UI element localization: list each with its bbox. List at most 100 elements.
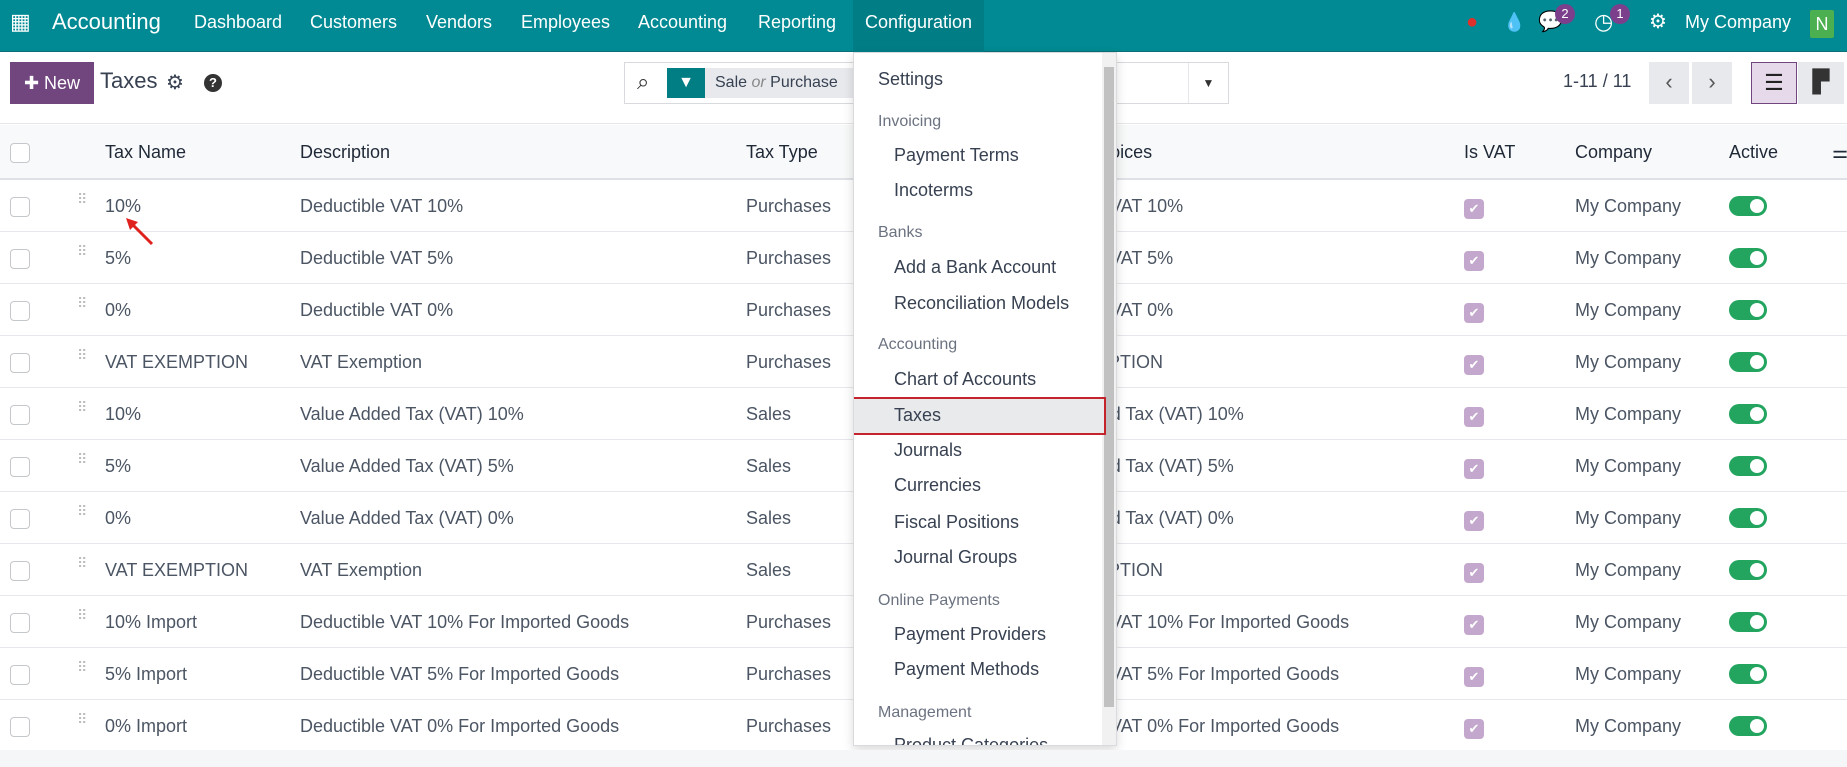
drag-handle-icon[interactable]: ⠿ [77,452,89,474]
search-options-toggle[interactable]: ▼ [1188,63,1228,103]
active-toggle[interactable] [1729,560,1767,580]
active-toggle[interactable] [1729,664,1767,684]
row-checkbox[interactable] [10,457,30,477]
nav-vendors[interactable]: Vendors [426,0,492,52]
row-checkbox[interactable] [10,561,30,581]
menu-item-payment-providers[interactable]: Payment Providers [894,624,1046,645]
row-checkbox[interactable] [10,717,30,737]
company-switcher[interactable]: My Company [1685,0,1791,52]
list-view-button[interactable]: ☰ [1751,62,1797,104]
menu-item-reconciliation-models[interactable]: Reconciliation Models [894,293,1069,314]
row-checkbox[interactable] [10,353,30,373]
menu-item-add-a-bank-account[interactable]: Add a Bank Account [894,257,1056,278]
menu-item-settings[interactable]: Settings [878,69,943,90]
pager-value[interactable]: 1-11 / 11 [1563,71,1631,92]
record-icon[interactable]: ● [1466,0,1478,52]
help-icon[interactable]: ? [204,74,222,92]
optional-columns-icon[interactable]: ⚌ [1832,125,1847,180]
is-vat-checkbox[interactable]: ✔ [1464,407,1484,427]
menu-item-currencies[interactable]: Currencies [894,475,981,496]
drag-handle-icon[interactable]: ⠿ [77,244,89,266]
menu-item-journal-groups[interactable]: Journal Groups [894,547,1017,568]
tax-type: Sales [746,560,792,580]
menu-item-journals[interactable]: Journals [894,440,962,461]
col-company[interactable]: Company [1575,125,1652,180]
row-checkbox[interactable] [10,665,30,685]
droplet-icon[interactable]: 💧 [1503,0,1525,52]
tax-description: Value Added Tax (VAT) 0% [300,508,514,528]
is-vat-checkbox[interactable]: ✔ [1464,199,1484,219]
row-checkbox[interactable] [10,509,30,529]
drag-handle-icon[interactable]: ⠿ [77,192,89,214]
active-toggle[interactable] [1729,716,1767,736]
col-active[interactable]: Active [1729,125,1778,180]
row-checkbox[interactable] [10,301,30,321]
active-toggle[interactable] [1729,352,1767,372]
tax-description: Deductible VAT 10% For Imported Goods [300,612,630,632]
active-toggle[interactable] [1729,456,1767,476]
col-tax-name[interactable]: Tax Name [105,125,186,180]
nav-configuration[interactable]: Configuration [853,0,985,52]
drag-handle-icon[interactable]: ⠿ [77,400,89,422]
app-name[interactable]: Accounting [52,0,161,52]
pager-next[interactable]: › [1692,62,1732,104]
activity-clock-icon[interactable]: ◷ [1594,0,1613,52]
is-vat-checkbox[interactable]: ✔ [1464,459,1484,479]
nav-dashboard[interactable]: Dashboard [194,0,282,52]
is-vat-checkbox[interactable]: ✔ [1464,667,1484,687]
row-checkbox[interactable] [10,249,30,269]
drag-handle-icon[interactable]: ⠿ [77,660,89,682]
active-toggle[interactable] [1729,196,1767,216]
app-grid-icon[interactable]: ▦ [10,0,31,52]
tax-company: My Company [1575,404,1682,424]
drag-handle-icon[interactable]: ⠿ [77,608,89,630]
drag-handle-icon[interactable]: ⠿ [77,348,89,370]
kanban-view-button[interactable]: ▛ [1798,62,1844,104]
is-vat-checkbox[interactable]: ✔ [1464,563,1484,583]
gear-icon[interactable]: ⚙ [166,70,184,95]
nav-employees[interactable]: Employees [521,0,610,52]
new-button[interactable]: ✚ New [10,62,94,104]
active-toggle[interactable] [1729,300,1767,320]
col-is-vat[interactable]: Is VAT [1464,125,1515,180]
tax-type: Sales [746,456,792,476]
menu-item-incoterms[interactable]: Incoterms [894,180,973,201]
menu-item-fiscal-positions[interactable]: Fiscal Positions [894,512,1019,533]
select-all-checkbox[interactable] [10,143,30,163]
drag-handle-icon[interactable]: ⠿ [77,712,89,734]
active-toggle[interactable] [1729,404,1767,424]
is-vat-checkbox[interactable]: ✔ [1464,303,1484,323]
row-checkbox[interactable] [10,613,30,633]
menu-item-payment-methods[interactable]: Payment Methods [894,659,1039,680]
menu-item-product-categories[interactable]: Product Categories [894,735,1048,745]
is-vat-checkbox[interactable]: ✔ [1464,355,1484,375]
menu-item-payment-terms[interactable]: Payment Terms [894,145,1019,166]
active-toggle[interactable] [1729,248,1767,268]
row-checkbox[interactable] [10,405,30,425]
row-checkbox[interactable] [10,197,30,217]
menu-item-chart-of-accounts[interactable]: Chart of Accounts [894,369,1036,390]
is-vat-checkbox[interactable]: ✔ [1464,511,1484,531]
pager-previous[interactable]: ‹ [1649,62,1689,104]
nav-accounting[interactable]: Accounting [638,0,727,52]
gears-icon[interactable]: ⚙ [1649,0,1667,52]
is-vat-checkbox[interactable]: ✔ [1464,615,1484,635]
tax-type: Purchases [746,664,832,684]
active-toggle[interactable] [1729,612,1767,632]
is-vat-checkbox[interactable]: ✔ [1464,719,1484,739]
is-vat-checkbox[interactable]: ✔ [1464,251,1484,271]
nav-customers[interactable]: Customers [310,0,397,52]
menu-section-online-payments: Online Payments [878,592,1000,609]
drag-handle-icon[interactable]: ⠿ [77,504,89,526]
tax-description: Deductible VAT 0% For Imported Goods [300,716,620,736]
tax-name: 0% Import [105,716,188,736]
drag-handle-icon[interactable]: ⠿ [77,296,89,318]
col-description[interactable]: Description [300,125,390,180]
menu-item-taxes[interactable]: Taxes [894,405,941,426]
drag-handle-icon[interactable]: ⠿ [77,556,89,578]
filter-facet[interactable]: ▼ Sale or Purchase [667,68,857,98]
col-tax-type[interactable]: Tax Type [746,125,818,180]
active-toggle[interactable] [1729,508,1767,528]
nav-reporting[interactable]: Reporting [758,0,836,52]
avatar[interactable]: N [1810,10,1834,38]
